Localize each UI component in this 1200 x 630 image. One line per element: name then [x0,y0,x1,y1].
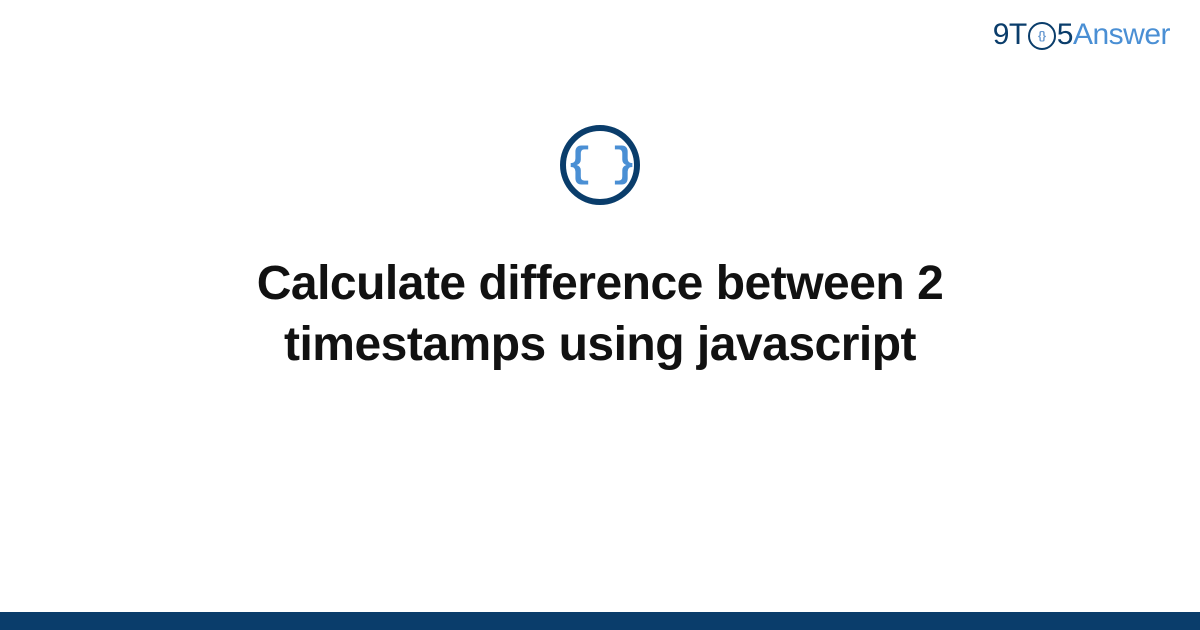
code-braces-icon: { } [560,125,640,205]
logo-text-answer: Answer [1073,18,1170,52]
site-logo[interactable]: 9T {} 5 Answer [993,18,1170,52]
page-title: Calculate difference between 2 timestamp… [120,253,1080,376]
logo-text-5: 5 [1057,18,1073,52]
logo-o-inner-braces: {} [1038,31,1046,42]
braces-glyph: { } [567,144,634,186]
header: 9T {} 5 Answer [993,18,1170,52]
main-content: { } Calculate difference between 2 times… [0,125,1200,376]
logo-text-9t: 9T [993,18,1027,52]
footer-accent-bar [0,612,1200,630]
logo-o-circle: {} [1028,22,1056,50]
